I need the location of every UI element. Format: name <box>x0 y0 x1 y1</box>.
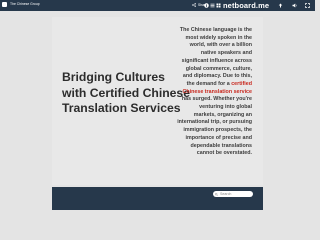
paragraph-text-end: has surged. Whether you're venturing int… <box>177 96 252 157</box>
paragraph-text-start: The Chinese language is the most widely … <box>179 27 252 87</box>
search-input[interactable]: Search <box>213 191 253 197</box>
grid-icon[interactable] <box>216 3 221 8</box>
volume-icon[interactable] <box>292 3 297 8</box>
search-icon <box>215 192 218 196</box>
share-icon <box>192 3 196 7</box>
list-icon[interactable] <box>210 3 215 8</box>
fullscreen-icon[interactable] <box>305 3 310 8</box>
brand[interactable]: The Chinese Group <box>2 2 40 7</box>
page-headline: Bridging Cultures with Certified Chinese… <box>62 70 190 115</box>
top-bar: The Chinese Group Share netboard.me <box>0 0 315 11</box>
site-name[interactable]: netboard.me <box>223 1 269 10</box>
logo-icon <box>2 2 7 7</box>
search-placeholder: Search <box>220 192 232 196</box>
article-paragraph: The Chinese language is the most widely … <box>176 27 252 158</box>
upload-icon[interactable] <box>278 3 283 8</box>
info-icon[interactable] <box>204 3 209 8</box>
brand-name: The Chinese Group <box>10 2 40 6</box>
